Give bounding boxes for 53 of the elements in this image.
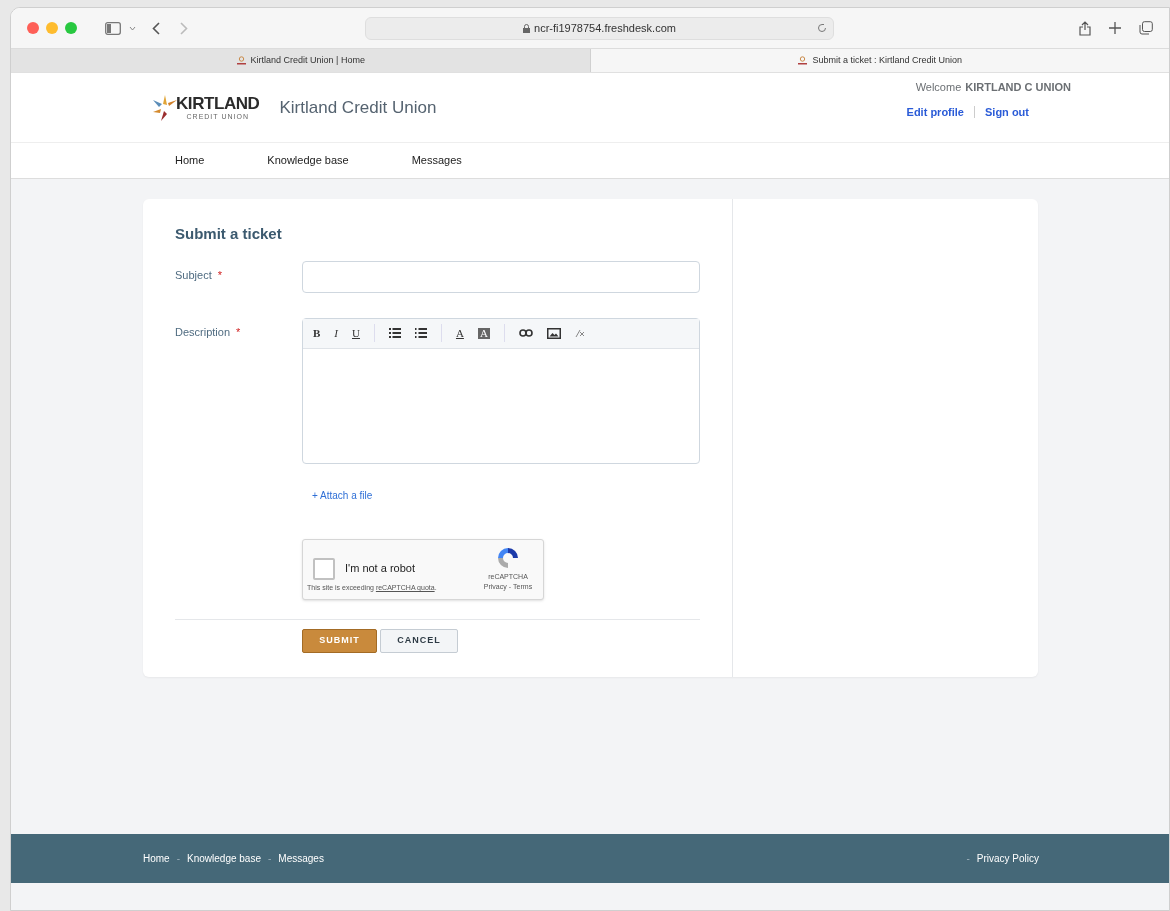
- recaptcha-logo-icon: [496, 545, 520, 570]
- clear-format-icon[interactable]: [574, 328, 585, 338]
- logo-wordmark: KIRTLAND: [176, 95, 260, 112]
- browser-tab[interactable]: Kirtland Credit Union | Home: [11, 49, 591, 72]
- site-favicon-icon: [235, 56, 247, 65]
- captcha-label: I'm not a robot: [345, 561, 415, 577]
- field-label: Subject: [175, 267, 212, 283]
- required-mark: *: [236, 324, 241, 340]
- privacy-policy-link[interactable]: Privacy Policy: [976, 851, 1039, 866]
- share-icon[interactable]: [1079, 20, 1091, 36]
- close-window-button[interactable]: [27, 22, 39, 34]
- subject-field[interactable]: [302, 260, 700, 293]
- browser-tab[interactable]: Submit a ticket : Kirtland Credit Union: [590, 49, 1169, 72]
- lock-icon: [523, 23, 531, 33]
- edit-profile-link[interactable]: Edit profile: [906, 103, 964, 120]
- image-icon[interactable]: [546, 327, 561, 339]
- back-icon[interactable]: [152, 21, 160, 35]
- plus-icon[interactable]: [1109, 22, 1121, 34]
- field-label: Description: [175, 324, 231, 340]
- required-mark: *: [217, 267, 222, 283]
- address-bar[interactable]: ncr-fi1978754.freshdesk.com: [365, 16, 834, 40]
- sidebar-icon[interactable]: [105, 21, 121, 35]
- numbered-list-icon[interactable]: [414, 328, 427, 338]
- footer-separator: -: [966, 852, 970, 866]
- nav-link[interactable]: Messages: [401, 152, 472, 169]
- nav-link[interactable]: Knowledge base: [257, 152, 359, 169]
- attach-file-link[interactable]: + Attach a file: [312, 489, 373, 501]
- footer-separator: -: [176, 852, 181, 866]
- bulleted-list-icon[interactable]: [388, 328, 401, 338]
- nav-link[interactable]: Home: [165, 152, 215, 169]
- sign-out-link[interactable]: Sign out: [985, 103, 1029, 120]
- tabs-overview-icon[interactable]: [1139, 21, 1153, 35]
- cancel-button[interactable]: CANCEL: [380, 628, 458, 653]
- reload-icon[interactable]: [817, 23, 827, 33]
- footer-link[interactable]: Messages: [278, 851, 324, 866]
- url-text: ncr-fi1978754.freshdesk.com: [534, 20, 676, 36]
- footer-separator: -: [268, 852, 272, 866]
- site-name: Kirtland Credit Union: [279, 96, 437, 119]
- format-tool[interactable]: B: [313, 327, 321, 339]
- form-title: Submit a ticket: [175, 224, 283, 244]
- link-icon[interactable]: [518, 329, 533, 337]
- format-tool[interactable]: A: [477, 327, 490, 339]
- user-name: KIRTLAND C UNION: [965, 80, 1071, 95]
- format-tool[interactable]: I: [334, 327, 338, 339]
- welcome-text: Welcome: [915, 80, 962, 95]
- chevron-down-icon[interactable]: [129, 25, 136, 31]
- footer-link[interactable]: Knowledge base: [187, 851, 261, 866]
- format-tool[interactable]: U: [352, 327, 360, 339]
- captcha-checkbox[interactable]: [313, 557, 335, 580]
- site-favicon-icon: [797, 56, 809, 65]
- format-tool[interactable]: A: [455, 327, 464, 339]
- footer-link[interactable]: Home: [143, 851, 170, 866]
- description-editor[interactable]: B I U A A: [302, 317, 700, 464]
